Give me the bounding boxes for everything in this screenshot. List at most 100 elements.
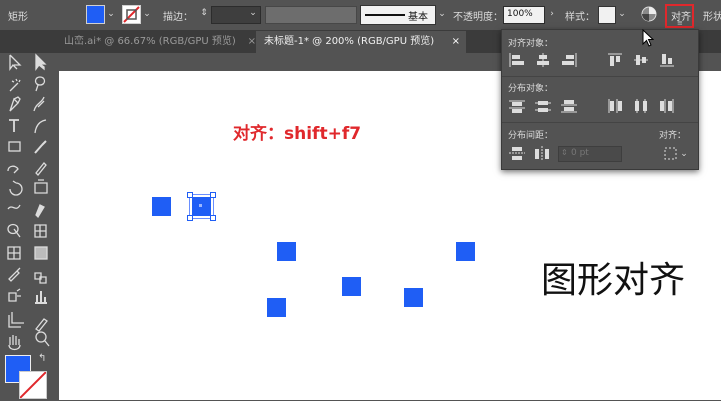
lasso-tool-icon[interactable] — [34, 76, 46, 92]
blue-square[interactable] — [342, 277, 361, 296]
scale-tool-icon[interactable] — [34, 179, 48, 194]
direct-selection-tool-icon[interactable] — [35, 53, 47, 71]
stroke-swatch[interactable] — [122, 5, 141, 24]
symbol-sprayer-tool-icon[interactable] — [8, 288, 21, 302]
recolor-artwork-icon[interactable] — [641, 6, 657, 22]
rectangle-tool-icon[interactable] — [8, 141, 21, 152]
stepper-icon[interactable]: ⇕ — [199, 8, 209, 18]
caption-annotation: 图形对齐 — [541, 260, 686, 301]
blue-square[interactable] — [404, 288, 423, 307]
divider — [502, 122, 698, 123]
horizontal-align-right-icon[interactable] — [560, 52, 578, 68]
type-tool-icon[interactable] — [9, 119, 19, 132]
shortcut-annotation: 对齐：shift+f7 — [233, 124, 362, 144]
horizontal-distribute-space-icon[interactable] — [533, 145, 551, 162]
chevron-down-icon[interactable]: ⌄ — [248, 8, 258, 18]
vertical-align-top-icon[interactable] — [606, 52, 624, 68]
paintbrush-tool-icon[interactable] — [34, 140, 47, 154]
opacity-value: 100% — [507, 9, 533, 19]
stroke-color-swatch[interactable] — [19, 371, 47, 399]
tab-label: 未标题-1* @ 200% (RGB/GPU 预览) — [264, 36, 435, 47]
selection-handle[interactable] — [210, 192, 216, 198]
slice-tool-icon[interactable] — [35, 318, 48, 332]
tab-untitled-doc[interactable]: 未标题-1* @ 200% (RGB/GPU 预览) × — [256, 31, 466, 53]
style-swatch[interactable] — [598, 6, 616, 24]
pen-tool-icon[interactable] — [9, 96, 21, 112]
brush-preset-field[interactable]: 基本 — [360, 5, 436, 25]
align-panel: 对齐对象： 分布对象： 分布间距： 对齐： ⇕ 0 pt ⌄ — [501, 29, 699, 170]
stroke-line-preview — [365, 14, 405, 16]
close-icon[interactable]: × — [248, 31, 256, 53]
eyedropper-tool-icon[interactable] — [8, 267, 21, 282]
brush-preset-label: 基本 — [408, 12, 428, 23]
align-to-selection-icon[interactable] — [662, 145, 680, 161]
column-graph-tool-icon[interactable] — [35, 291, 47, 304]
gradient-tool-icon[interactable] — [34, 246, 48, 260]
artboard-tool-icon[interactable] — [8, 312, 24, 328]
vertical-distribute-space-icon[interactable] — [508, 145, 526, 161]
perspective-grid-tool-icon[interactable] — [34, 224, 47, 238]
vertical-align-bottom-icon[interactable] — [658, 52, 676, 68]
horizontal-distribute-center-icon[interactable] — [632, 98, 650, 114]
horizontal-distribute-left-icon[interactable] — [606, 98, 624, 114]
selection-tool-icon[interactable] — [9, 54, 22, 71]
tab-mountain-doc[interactable]: 山峦.ai* @ 66.67% (RGB/GPU 预览) × — [56, 31, 262, 53]
width-tool-icon[interactable] — [7, 204, 21, 210]
chevron-down-icon[interactable]: ⌄ — [437, 9, 447, 19]
mesh-tool-icon[interactable] — [7, 246, 21, 260]
vertical-distribute-top-icon[interactable] — [508, 98, 526, 114]
stepper-icon[interactable]: ⇕ — [561, 148, 568, 157]
divider — [502, 76, 698, 77]
horizontal-align-left-icon[interactable] — [508, 52, 526, 68]
vertical-distribute-center-icon[interactable] — [534, 98, 552, 114]
align-objects-title: 对齐对象： — [508, 39, 554, 49]
free-transform-tool-icon[interactable] — [35, 204, 45, 219]
tool-name-label: 矩形 — [8, 12, 28, 23]
line-tool-icon[interactable] — [34, 119, 47, 134]
align-to-title: 对齐： — [659, 131, 687, 141]
distribute-objects-title: 分布对象： — [508, 84, 554, 94]
no-stroke-icon — [19, 371, 47, 399]
chevron-down-icon[interactable]: ⌄ — [142, 9, 152, 19]
distribute-spacing-title: 分布间距： — [508, 131, 554, 141]
selection-handle[interactable] — [187, 215, 193, 221]
chevron-down-icon[interactable]: ⌄ — [106, 9, 116, 19]
no-stroke-icon — [123, 6, 140, 23]
align-button[interactable]: 对齐 ≡ — [665, 4, 694, 28]
rotate-tool-icon[interactable] — [9, 180, 23, 196]
blue-square[interactable] — [267, 298, 286, 317]
chevron-right-icon[interactable]: › — [547, 9, 557, 19]
curvature-tool-icon[interactable] — [33, 96, 45, 112]
close-icon[interactable]: × — [452, 31, 460, 53]
tools-grid — [7, 53, 50, 351]
vertical-align-center-icon[interactable] — [632, 52, 650, 68]
spacing-value-field[interactable]: ⇕ 0 pt — [558, 146, 622, 162]
control-bar: 矩形 ⌄ ⌄ 描边： ⇕ ⌄ 基本 ⌄ 不透明度： 100% › 样式： ⌄ 对… — [0, 0, 721, 31]
tab-label: 山峦.ai* @ 66.67% (RGB/GPU 预览) — [64, 36, 236, 47]
fill-swatch[interactable] — [86, 5, 105, 24]
selection-handle[interactable] — [187, 192, 193, 198]
selection-handle[interactable] — [210, 215, 216, 221]
zoom-tool-icon[interactable] — [35, 331, 50, 347]
horizontal-align-center-icon[interactable] — [534, 52, 552, 68]
horizontal-distribute-right-icon[interactable] — [658, 98, 676, 114]
transform-label[interactable]: 形状 — [703, 8, 721, 23]
shape-builder-tool-icon[interactable] — [7, 223, 21, 238]
opacity-field[interactable]: 100% — [503, 6, 545, 24]
mouse-cursor-icon — [642, 29, 654, 47]
swap-colors-icon[interactable]: ↰ — [38, 353, 46, 364]
blue-square[interactable] — [152, 197, 171, 216]
magic-wand-tool-icon[interactable] — [9, 78, 21, 92]
blue-square[interactable] — [456, 242, 475, 261]
blue-square[interactable] — [277, 242, 296, 261]
hand-tool-icon[interactable] — [8, 335, 21, 351]
vertical-distribute-bottom-icon[interactable] — [560, 98, 578, 114]
opacity-label: 不透明度： — [453, 12, 503, 23]
blend-tool-icon[interactable] — [34, 272, 47, 284]
chevron-down-icon[interactable]: ⌄ — [679, 149, 689, 159]
selected-blue-square[interactable] — [187, 192, 216, 221]
chevron-down-icon[interactable]: ⌄ — [617, 9, 627, 19]
pencil-tool-icon[interactable] — [35, 162, 47, 176]
shaper-tool-icon[interactable] — [7, 165, 19, 174]
variable-width-field[interactable] — [265, 6, 357, 24]
